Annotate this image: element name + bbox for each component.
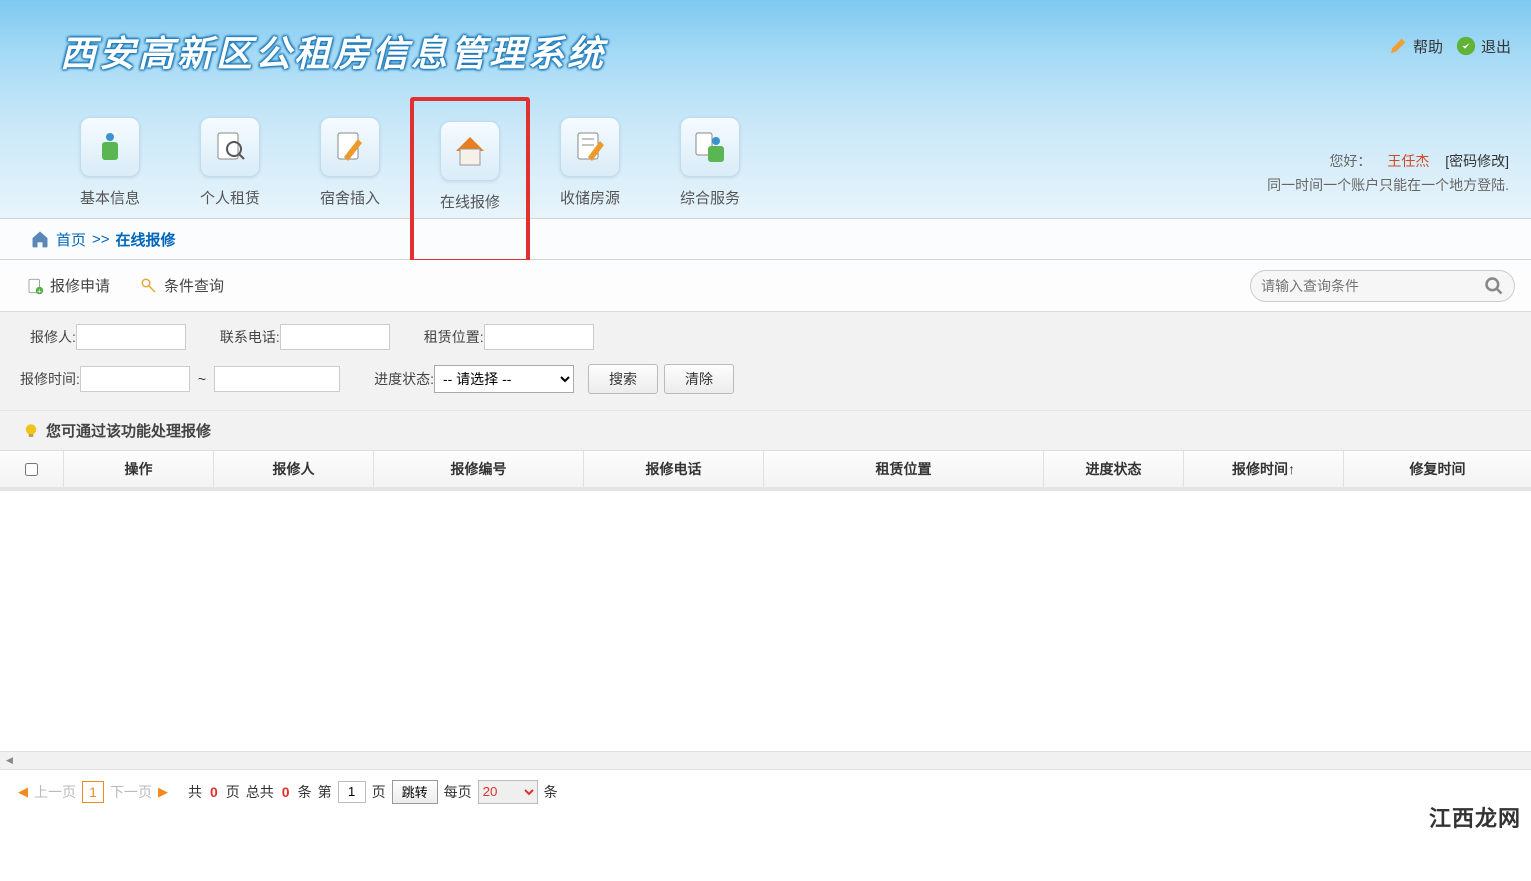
th-number[interactable]: 报修编号	[374, 451, 584, 487]
status-label: 进度状态:	[374, 369, 434, 389]
th-repair-time[interactable]: 报修时间↑	[1184, 451, 1344, 487]
total-items: 0	[282, 784, 290, 800]
total-pages-prefix: 共	[188, 782, 202, 802]
data-table: 操作 报修人 报修编号 报修电话 租赁位置 进度状态 报修时间↑ 修复时间	[0, 451, 1531, 751]
current-page[interactable]: 1	[82, 781, 104, 803]
apply-icon: +	[26, 277, 44, 295]
document-edit-icon	[560, 117, 620, 177]
location-label: 租赁位置:	[424, 327, 484, 347]
search-button[interactable]: 搜索	[588, 364, 658, 394]
repair-apply-button[interactable]: + 报修申请	[26, 275, 110, 296]
nav-comprehensive[interactable]: 综合服务	[650, 107, 770, 263]
document-pen-icon	[320, 117, 380, 177]
person-icon	[80, 117, 140, 177]
help-icon	[1387, 35, 1409, 57]
change-password-link[interactable]: [密码修改]	[1445, 153, 1509, 169]
logout-link[interactable]: 退出	[1455, 35, 1511, 57]
user-info: 您好： 王任杰 [密码修改] 同一时间一个账户只能在一个地方登陆.	[1267, 150, 1509, 196]
next-page[interactable]: 下一页	[110, 782, 152, 802]
total-items-prefix: 总共	[246, 782, 274, 802]
login-hint: 同一时间一个账户只能在一个地方登陆.	[1267, 174, 1509, 196]
header-links: 帮助 退出	[1387, 35, 1511, 57]
th-fix-time[interactable]: 修复时间	[1344, 451, 1531, 487]
table-body-empty	[0, 491, 1531, 751]
phone-label: 联系电话:	[220, 327, 280, 347]
per-page-prefix: 每页	[444, 782, 472, 802]
th-status[interactable]: 进度状态	[1044, 451, 1184, 487]
reporter-input[interactable]	[76, 324, 186, 350]
th-checkbox	[0, 451, 64, 487]
reporter-label: 报修人:	[30, 327, 76, 347]
phone-input[interactable]	[280, 324, 390, 350]
key-search-icon	[140, 277, 158, 295]
toolbar: + 报修申请 条件查询	[0, 260, 1531, 312]
search-input[interactable]	[1261, 278, 1484, 294]
total-pages: 0	[210, 784, 218, 800]
watermark: 江西龙网	[1429, 801, 1521, 833]
th-reporter[interactable]: 报修人	[214, 451, 374, 487]
table-header: 操作 报修人 报修编号 报修电话 租赁位置 进度状态 报修时间↑ 修复时间	[0, 451, 1531, 491]
nav-dorm-insert[interactable]: 宿舍插入	[290, 107, 410, 263]
page-input[interactable]	[338, 781, 366, 803]
nav-basic-info[interactable]: 基本信息	[50, 107, 170, 263]
time-label: 报修时间:	[20, 369, 80, 389]
house-icon	[440, 121, 500, 181]
clear-button[interactable]: 清除	[664, 364, 734, 394]
per-page-suffix: 条	[544, 782, 558, 802]
username: 王任杰	[1387, 153, 1429, 169]
bulb-icon	[22, 422, 40, 440]
document-search-icon	[200, 117, 260, 177]
help-link[interactable]: 帮助	[1387, 35, 1443, 57]
condition-search-button[interactable]: 条件查询	[140, 275, 224, 296]
total-items-suffix: 条	[298, 782, 312, 802]
th-phone[interactable]: 报修电话	[584, 451, 764, 487]
status-select[interactable]: -- 请选择 --	[434, 365, 574, 393]
page-prefix: 第	[318, 782, 332, 802]
header: 西安高新区公租房信息管理系统 帮助 退出 您好： 王任杰 [密码修改] 同一时间…	[0, 0, 1531, 218]
time-from-input[interactable]	[80, 366, 190, 392]
page-suffix: 页	[372, 782, 386, 802]
filter-bar: 报修人: 联系电话: 租赁位置: 报修时间: ~ 进度状态: -- 请选择 --…	[0, 312, 1531, 411]
time-sep: ~	[198, 371, 206, 387]
nav-store-housing[interactable]: 收储房源	[530, 107, 650, 263]
jump-button[interactable]: 跳转	[392, 780, 438, 804]
th-location[interactable]: 租赁位置	[764, 451, 1044, 487]
hscroll-bar[interactable]	[0, 751, 1531, 769]
svg-text:+: +	[37, 286, 42, 295]
per-page-select[interactable]: 20	[478, 780, 538, 804]
app-title: 西安高新区公租房信息管理系统	[0, 25, 1531, 77]
th-action[interactable]: 操作	[64, 451, 214, 487]
prev-page[interactable]: 上一页	[34, 782, 76, 802]
greeting-label: 您好：	[1329, 153, 1371, 169]
pager: ◀ 上一页 1 下一页 ▶ 共 0 页 总共 0 条 第 页 跳转 每页 20 …	[0, 769, 1531, 813]
logout-icon	[1455, 35, 1477, 57]
select-all-checkbox[interactable]	[25, 463, 38, 476]
prev-arrow-icon[interactable]: ◀	[18, 784, 28, 800]
time-to-input[interactable]	[214, 366, 340, 392]
info-text: 您可通过该功能处理报修	[46, 420, 211, 441]
search-icon[interactable]	[1484, 276, 1504, 296]
nav-online-repair[interactable]: 在线报修	[410, 97, 530, 263]
next-arrow-icon[interactable]: ▶	[158, 784, 168, 800]
info-bar: 您可通过该功能处理报修	[0, 411, 1531, 451]
location-input[interactable]	[484, 324, 594, 350]
person-doc-icon	[680, 117, 740, 177]
nav-personal-rent[interactable]: 个人租赁	[170, 107, 290, 263]
total-pages-suffix: 页	[226, 782, 240, 802]
search-box	[1250, 270, 1515, 302]
